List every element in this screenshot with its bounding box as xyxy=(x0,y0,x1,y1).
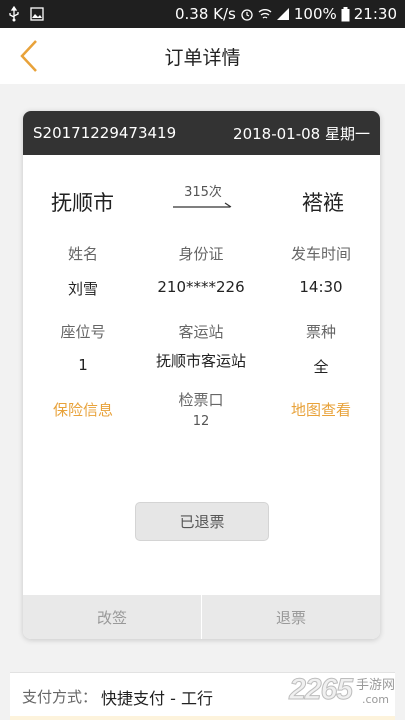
order-date: 2018-01-08 星期一 xyxy=(233,124,370,143)
ticket-type-field: 票种 全 xyxy=(261,321,380,377)
station-value: 抚顺市客运站 xyxy=(155,352,246,370)
id-card-field: 身份证 210****226 xyxy=(141,243,261,296)
battery-level: 100% xyxy=(293,5,337,23)
ticket-type-label: 票种 xyxy=(305,323,336,341)
departure-time-label: 发车时间 xyxy=(290,245,351,263)
id-card-label: 身份证 xyxy=(178,245,224,263)
watermark-site-name: 手游网 xyxy=(355,678,395,693)
ticket-type-value: 全 xyxy=(313,358,329,376)
passenger-name-label: 姓名 xyxy=(67,245,98,263)
passenger-name-value: 刘雪 xyxy=(67,280,98,298)
refund-ticket-button[interactable]: 退票 xyxy=(202,595,380,639)
card-header: S20171229473419 2018-01-08 星期一 xyxy=(23,111,380,155)
app-header: 订单详情 xyxy=(0,28,405,84)
order-number: S20171229473419 xyxy=(33,124,177,142)
watermark-side: 手游网 .com xyxy=(356,674,395,706)
payment-method-label: 支付方式： xyxy=(22,688,98,706)
status-bar: 0.38 K/s 100% 21:30 xyxy=(0,0,405,28)
signal-icon xyxy=(276,7,290,21)
alarm-icon xyxy=(240,7,254,21)
seat-value: 1 xyxy=(78,356,88,374)
payment-method-value: 快捷支付 - 工行 xyxy=(101,688,213,708)
ticket-gate-field: 检票口 12 xyxy=(141,389,261,429)
route: 抚顺市 315次 褡裢 xyxy=(23,177,380,227)
payment-strip xyxy=(10,716,395,720)
departure-time-value: 14:30 xyxy=(299,278,343,296)
insurance-info-label: 保险信息 xyxy=(52,401,113,419)
seat-label: 座位号 xyxy=(60,323,106,341)
image-icon xyxy=(30,7,44,21)
arrow-right-icon xyxy=(173,202,232,208)
departure-city: 抚顺市 xyxy=(51,191,114,215)
chevron-left-icon xyxy=(20,40,37,72)
map-view-label: 地图查看 xyxy=(290,401,351,419)
network-speed: 0.38 K/s xyxy=(175,5,236,23)
passenger-name-field: 姓名 刘雪 xyxy=(23,243,143,299)
watermark-logo: 2265 手游网 .com xyxy=(235,668,395,712)
ticket-gate-label: 检票口 xyxy=(178,391,224,409)
departure-time-field: 发车时间 14:30 xyxy=(261,243,380,296)
back-button[interactable] xyxy=(14,38,44,74)
train-number: 315次 xyxy=(184,185,222,200)
ticket-card: S20171229473419 2018-01-08 星期一 抚顺市 315次 … xyxy=(23,111,380,639)
map-view-link[interactable]: 地图查看 xyxy=(261,399,380,420)
insurance-info-link[interactable]: 保险信息 xyxy=(23,399,143,420)
wifi-icon xyxy=(258,7,272,21)
usb-icon xyxy=(8,6,20,22)
change-ticket-button[interactable]: 改签 xyxy=(23,595,201,639)
card-actions: 改签 退票 xyxy=(23,595,380,639)
watermark-domain: .com xyxy=(361,693,389,706)
arrival-city: 褡裢 xyxy=(302,191,344,215)
battery-icon xyxy=(341,6,350,22)
clock: 21:30 xyxy=(353,5,397,23)
watermark-number: 2265 xyxy=(289,673,354,707)
station-field: 客运站 抚顺市客运站 xyxy=(141,321,261,371)
seat-field: 座位号 1 xyxy=(23,321,143,374)
refunded-status-button: 已退票 xyxy=(135,502,269,541)
page-title: 订单详情 xyxy=(164,46,241,69)
id-card-value: 210****226 xyxy=(157,278,245,296)
ticket-gate-value: 12 xyxy=(192,414,210,429)
station-label: 客运站 xyxy=(178,323,224,341)
